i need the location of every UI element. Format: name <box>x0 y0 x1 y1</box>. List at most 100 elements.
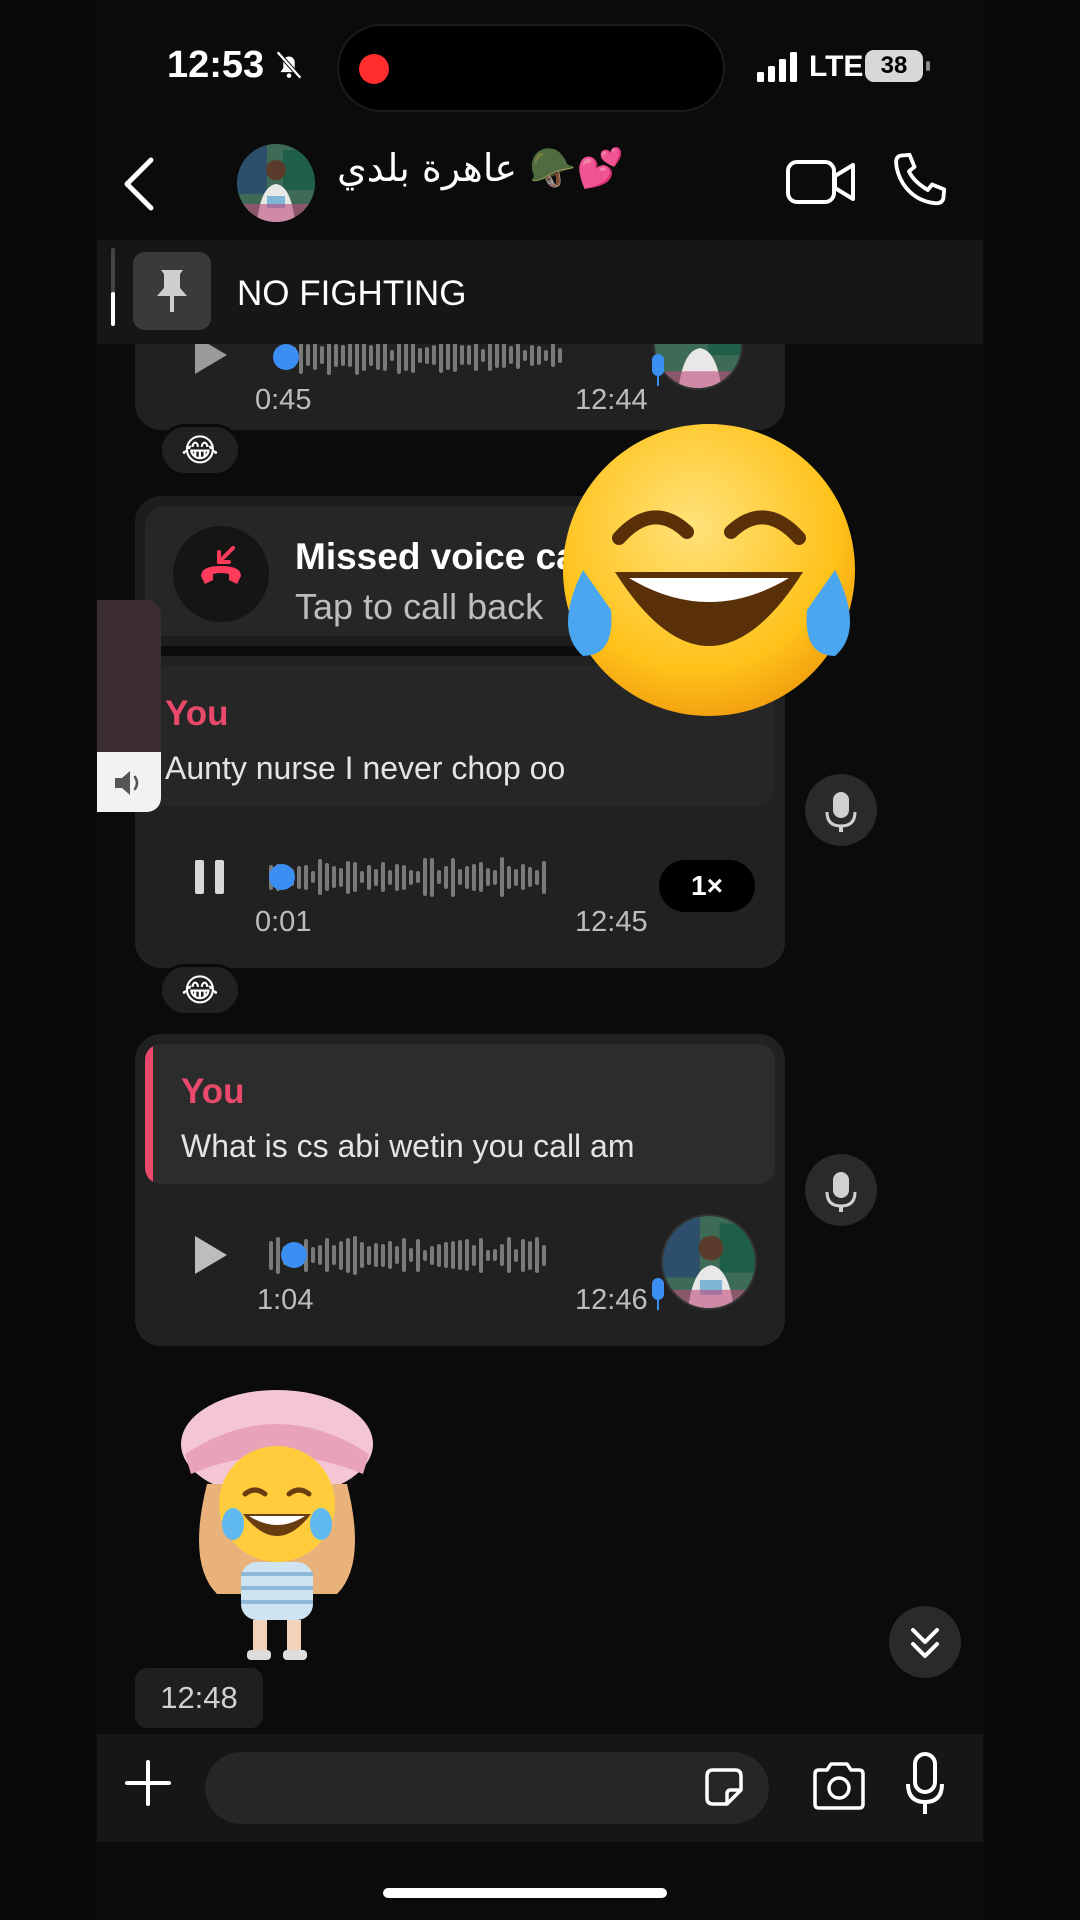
voice-waveform[interactable] <box>269 1232 546 1278</box>
waveform-bar <box>276 1236 280 1274</box>
waveform-bar <box>544 349 548 361</box>
transcribe-button[interactable] <box>805 774 877 846</box>
waveform-bar <box>360 1242 364 1268</box>
waveform-bar <box>304 864 308 890</box>
play-icon[interactable] <box>185 1230 235 1280</box>
message-input[interactable] <box>205 1752 769 1824</box>
waveform-bar <box>479 862 483 892</box>
waveform-bar <box>418 347 422 363</box>
volume-slider[interactable] <box>97 600 161 812</box>
pause-icon[interactable] <box>185 852 235 902</box>
play-icon[interactable] <box>185 344 235 380</box>
waveform-bar <box>465 1239 469 1271</box>
waveform-bar <box>500 857 504 897</box>
reaction-badge[interactable]: 😂 <box>159 424 241 476</box>
phone-icon[interactable] <box>887 146 953 212</box>
chat-header: عاهرة بلدي 🪖💕 <box>97 130 983 240</box>
missed-call-subtitle: Tap to call back <box>295 586 544 627</box>
waveform-bar <box>297 865 301 889</box>
camera-icon[interactable] <box>811 1760 867 1812</box>
waveform-bar <box>479 1237 483 1273</box>
waveform-bar <box>367 864 371 890</box>
message-timestamp: 12:44 <box>575 384 648 416</box>
playback-speed-button[interactable]: 1× <box>659 860 755 912</box>
waveform-bar <box>318 1245 322 1265</box>
waveform-bar <box>346 860 350 894</box>
letterbox-left <box>0 0 97 1920</box>
reply-author: You <box>181 1072 245 1111</box>
home-indicator[interactable] <box>383 1888 667 1898</box>
network-label: LTE <box>809 50 864 83</box>
avatar[interactable] <box>237 144 315 222</box>
waveform-bar <box>395 863 399 891</box>
waveform-bar <box>306 344 310 366</box>
waveform-bar <box>381 1243 385 1267</box>
voice-message[interactable]: You What is cs abi wetin you call am 1:0… <box>135 1034 785 1346</box>
waveform-bar <box>523 349 527 361</box>
reply-text: What is cs abi wetin you call am <box>181 1128 635 1164</box>
scroll-to-bottom-button[interactable] <box>889 1606 961 1678</box>
chevron-left-icon[interactable] <box>115 154 165 214</box>
waveform-bar <box>313 344 317 370</box>
voice-waveform[interactable] <box>269 854 546 900</box>
waveform-bar <box>451 1241 455 1269</box>
voice-duration: 0:45 <box>255 384 312 416</box>
waveform-bar <box>514 868 518 886</box>
waveform-bar <box>535 869 539 885</box>
waveform-bar <box>460 345 464 365</box>
waveform-bar <box>404 344 408 371</box>
sticker-icon[interactable] <box>701 1764 747 1810</box>
waveform-bar <box>409 1248 413 1262</box>
sticker-laughing-girl[interactable] <box>167 1374 387 1664</box>
seek-handle[interactable] <box>281 1242 307 1268</box>
waveform-bar <box>509 346 513 364</box>
letterbox-right <box>983 0 1080 1920</box>
waveform-bar <box>472 863 476 891</box>
waveform-bar <box>432 345 436 365</box>
voice-message[interactable]: 0:45 12:44 <box>135 344 785 430</box>
chat-title[interactable]: عاهرة بلدي 🪖💕 <box>337 146 624 191</box>
waveform-bar <box>465 865 469 889</box>
waveform-bar <box>551 344 555 367</box>
waveform-bar <box>367 1245 371 1265</box>
status-bar: 12:53 LTE 38 <box>97 0 983 130</box>
waveform-bar <box>521 864 525 890</box>
waveform-bar <box>325 863 329 891</box>
pinned-indicator <box>111 248 115 326</box>
quoted-reply[interactable]: You What is cs abi wetin you call am <box>145 1044 775 1184</box>
waveform-bar <box>320 346 324 364</box>
waveform-bar <box>423 858 427 896</box>
pin-icon <box>133 252 211 330</box>
dynamic-island <box>337 24 725 112</box>
waveform-bar <box>458 869 462 885</box>
waveform-bar <box>355 344 359 375</box>
pinned-message-bar[interactable]: NO FIGHTING <box>97 240 983 344</box>
voice-waveform[interactable] <box>285 344 562 378</box>
waveform-bar <box>507 1237 511 1273</box>
reply-accent-bar <box>145 1044 153 1184</box>
waveform-bar <box>369 344 373 366</box>
video-camera-icon[interactable] <box>785 152 857 212</box>
waveform-bar <box>374 868 378 886</box>
waveform-bar <box>437 870 441 884</box>
transcribe-button[interactable] <box>805 1154 877 1226</box>
laughing-emoji-overlay <box>563 424 855 716</box>
waveform-bar <box>327 344 331 375</box>
waveform-bar <box>341 344 345 366</box>
waveform-bar <box>402 864 406 890</box>
waveform-bar <box>495 344 499 368</box>
plus-icon[interactable] <box>123 1758 173 1808</box>
double-chevron-down-icon <box>911 1628 939 1658</box>
seek-handle[interactable] <box>269 864 295 890</box>
waveform-bar <box>318 859 322 895</box>
missed-call-icon <box>173 526 269 622</box>
waveform-bar <box>486 1249 490 1261</box>
waveform-bar <box>488 344 492 371</box>
waveform-bar <box>535 1237 539 1273</box>
waveform-bar <box>346 1237 350 1273</box>
waveform-bar <box>334 344 338 367</box>
waveform-bar <box>332 866 336 888</box>
reaction-badge[interactable]: 😂 <box>159 964 241 1016</box>
seek-handle[interactable] <box>273 344 299 370</box>
microphone-icon[interactable] <box>905 1752 945 1818</box>
